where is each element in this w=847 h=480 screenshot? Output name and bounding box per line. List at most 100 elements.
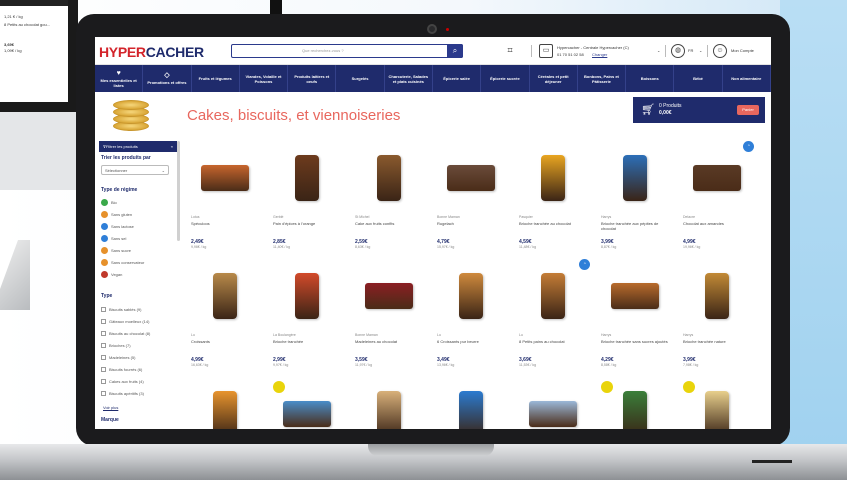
product-image[interactable] bbox=[529, 385, 577, 429]
checkbox[interactable] bbox=[101, 355, 106, 360]
regime-option[interactable]: Sans sel bbox=[101, 235, 126, 242]
product-card[interactable]: Gerblé Pain d'épices à l'orange 2,85€ 11,40… bbox=[269, 145, 345, 261]
nav-item[interactable]: Épicerie sucrée bbox=[481, 65, 530, 92]
product-card[interactable] bbox=[433, 381, 509, 429]
nav-item[interactable]: Viandes, Volaille et Poissons bbox=[240, 65, 289, 92]
type-option[interactable]: Biscuits sablés (9) bbox=[101, 307, 141, 312]
product-card[interactable]: Bonne Maman Madeleines au chocolat 3,59€ 11… bbox=[351, 263, 427, 379]
chevron-down-icon[interactable]: ⌄ bbox=[657, 48, 660, 53]
sidebar-scrollbar[interactable] bbox=[177, 141, 180, 241]
product-image[interactable] bbox=[447, 267, 495, 323]
product-image[interactable] bbox=[693, 149, 741, 205]
nav-item[interactable]: Produits laitiers et oeufs bbox=[288, 65, 337, 92]
product-card[interactable] bbox=[269, 381, 345, 429]
search-input[interactable]: Que recherchez-vous ? bbox=[231, 44, 463, 58]
product-card[interactable]: Lu 6 Croissants pur beurre 3,49€ 13,96€ / k… bbox=[433, 263, 509, 379]
product-image[interactable] bbox=[365, 267, 413, 323]
checkbox[interactable] bbox=[101, 379, 106, 384]
product-image[interactable] bbox=[201, 149, 249, 205]
product-card[interactable]: Bonne Maman Rugelach 4,79€ 15,97€ / kg bbox=[433, 145, 509, 261]
globe-icon[interactable]: ◍ bbox=[671, 44, 685, 58]
type-option[interactable]: Gâteaux moelleux (14) bbox=[101, 319, 149, 324]
type-option[interactable]: Cakes aux fruits (4) bbox=[101, 379, 144, 384]
sort-select[interactable]: Sélectionner ⌄ bbox=[101, 165, 169, 175]
nav-item[interactable]: Bonbons, Pains et Pâtisserie bbox=[578, 65, 627, 92]
account-link[interactable]: Mon Compte bbox=[731, 48, 754, 53]
product-card[interactable]: ◔ Delacre Chocolat aux amandes 4,99€ 19,96€ … bbox=[679, 141, 755, 261]
background-panel bbox=[780, 0, 847, 480]
product-image[interactable] bbox=[529, 267, 577, 323]
product-image[interactable] bbox=[283, 267, 331, 323]
product-card[interactable]: Lu Croissants 4,99€ 16,63€ / kg bbox=[187, 263, 263, 379]
regime-option[interactable]: Sans gluten bbox=[101, 211, 132, 218]
product-image[interactable] bbox=[611, 267, 659, 323]
see-more-link[interactable]: Voir plus bbox=[103, 405, 118, 410]
nav-item[interactable]: Bébé bbox=[674, 65, 723, 92]
nav-item[interactable]: ◇ Promotions et offres bbox=[143, 65, 192, 92]
product-image[interactable] bbox=[693, 385, 741, 429]
nav-item[interactable]: Charcuterie, Salades et plats cuisinés bbox=[385, 65, 433, 92]
checkbox[interactable] bbox=[101, 307, 106, 312]
product-card[interactable]: La Boulangère Brioche tranchée 2,99€ 9,97€ … bbox=[269, 263, 345, 379]
product-card[interactable] bbox=[597, 381, 673, 429]
nav-item[interactable]: ♥ Mes essentielles et listes bbox=[95, 65, 144, 92]
product-card[interactable] bbox=[679, 381, 755, 429]
product-card[interactable] bbox=[351, 381, 427, 429]
product-card[interactable]: St Michel Cake aux fruits confits 2,59€ 8,6… bbox=[351, 145, 427, 261]
type-option[interactable]: Biscuits apéritifs (3) bbox=[101, 391, 144, 396]
product-image[interactable] bbox=[201, 267, 249, 323]
type-option[interactable]: Brioches (7) bbox=[101, 343, 131, 348]
product-brand: St Michel bbox=[355, 215, 370, 219]
product-image[interactable] bbox=[283, 149, 331, 205]
nav-item[interactable]: Fruits et légumes bbox=[192, 65, 240, 92]
nav-item[interactable]: Surgelés bbox=[336, 65, 385, 92]
product-card[interactable]: ◔ Lu 8 Petits pains au chocolat 3,69€ 11,53€… bbox=[515, 259, 591, 379]
product-card[interactable]: Harrys Brioche tranchée aux pépites de ch… bbox=[597, 145, 673, 261]
site-logo[interactable]: HYPERCACHER bbox=[99, 44, 204, 60]
regime-option[interactable]: Sans sucre bbox=[101, 247, 131, 254]
checkbox[interactable] bbox=[101, 367, 106, 372]
nav-item[interactable]: Épicerie salée bbox=[433, 65, 482, 92]
checkbox[interactable] bbox=[101, 319, 106, 324]
product-image[interactable] bbox=[611, 385, 659, 429]
checkbox[interactable] bbox=[101, 331, 106, 336]
cart-button[interactable]: Panier bbox=[737, 105, 759, 115]
regime-option[interactable]: Sans lactose bbox=[101, 223, 134, 230]
regime-option[interactable]: Sans conservateur bbox=[101, 259, 144, 266]
checkbox[interactable] bbox=[101, 343, 106, 348]
language-select[interactable]: FR bbox=[688, 48, 693, 53]
chevron-down-icon[interactable]: ⌄ bbox=[699, 48, 702, 53]
type-option[interactable]: Madeleines (5) bbox=[101, 355, 135, 360]
product-image[interactable] bbox=[529, 149, 577, 205]
product-image[interactable] bbox=[693, 267, 741, 323]
product-brand: Harrys bbox=[683, 333, 694, 337]
filter-toggle[interactable]: ⊽Filtrer les produits « bbox=[99, 141, 177, 152]
product-card[interactable]: Harrys Brioche tranchée nature 3,99€ 7,98€ … bbox=[679, 263, 755, 379]
type-option[interactable]: Biscuits fourrés (6) bbox=[101, 367, 142, 372]
product-image[interactable] bbox=[447, 385, 495, 429]
product-image[interactable] bbox=[447, 149, 495, 205]
product-card[interactable]: Harrys Brioche tranchée sans sucres ajout… bbox=[597, 263, 673, 379]
product-image[interactable] bbox=[283, 385, 331, 429]
product-image[interactable] bbox=[365, 149, 413, 205]
user-icon[interactable]: ☺ bbox=[713, 44, 727, 58]
cart-summary[interactable]: 🛒︎ 0 Produits 0,00€ Panier bbox=[633, 97, 765, 123]
product-card[interactable] bbox=[187, 381, 263, 429]
product-card[interactable] bbox=[515, 381, 591, 429]
search-button[interactable]: ⌕ bbox=[447, 44, 463, 58]
regime-option[interactable]: Vegan bbox=[101, 271, 122, 278]
product-image[interactable] bbox=[365, 385, 413, 429]
product-card[interactable]: Lotus Spéculoos 2,49€ 9,96€ / kg bbox=[187, 145, 263, 261]
type-option[interactable]: Biscuits au chocolat (8) bbox=[101, 331, 150, 336]
product-image[interactable] bbox=[201, 385, 249, 429]
store-change-link[interactable]: Changer bbox=[592, 52, 607, 57]
nav-item[interactable]: Non alimentaire bbox=[723, 65, 771, 92]
nav-item[interactable]: Boissons bbox=[626, 65, 675, 92]
scan-icon[interactable]: ⌗ bbox=[503, 44, 517, 58]
regime-option-label: Sans lactose bbox=[111, 224, 134, 229]
checkbox[interactable] bbox=[101, 391, 106, 396]
regime-option[interactable]: Bio bbox=[101, 199, 117, 206]
nav-item[interactable]: Céréales et petit déjeuner bbox=[530, 65, 578, 92]
product-card[interactable]: Pasquier Brioche tranchée au chocolat 4,59… bbox=[515, 145, 591, 261]
product-image[interactable] bbox=[611, 149, 659, 205]
